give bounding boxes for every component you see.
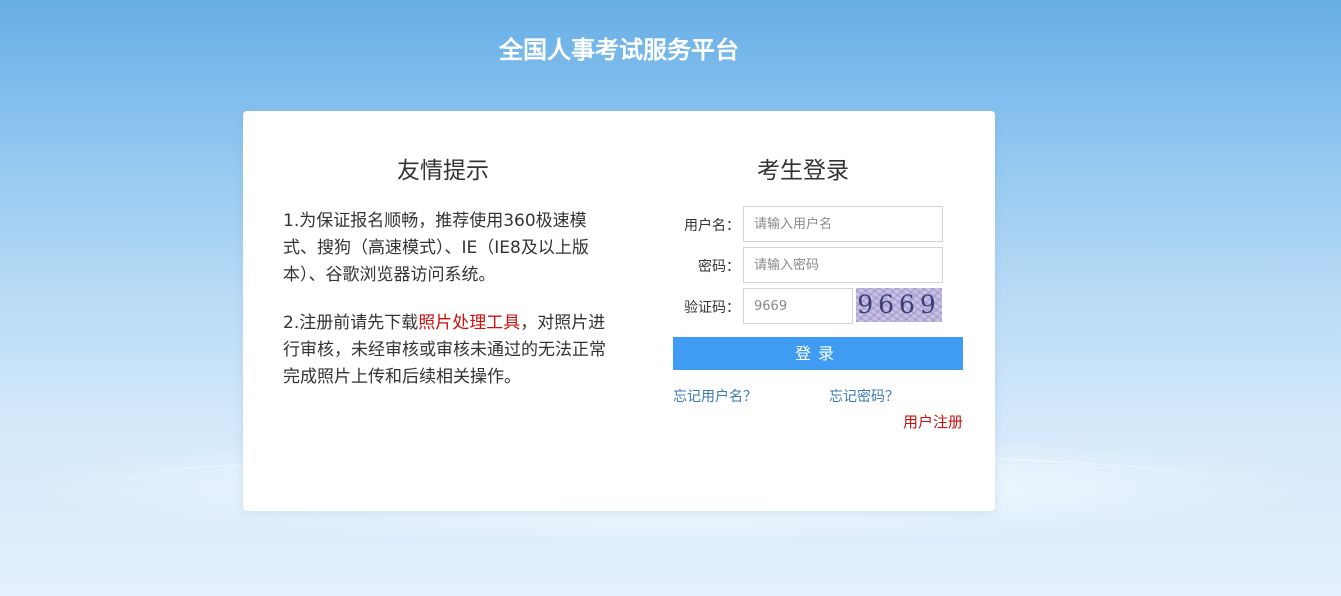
tip-item-2-prefix: 2.注册前请先下载 [283, 313, 419, 333]
password-label: 密码： [698, 259, 740, 275]
login-button[interactable]: 登录 [673, 337, 963, 370]
photo-tool-link[interactable]: 照片处理工具 [418, 313, 520, 333]
tips-title: 友情提示 [397, 158, 489, 184]
captcha-image[interactable]: 9669 [856, 288, 942, 322]
username-label: 用户名： [684, 218, 740, 234]
captcha-image-text: 9669 [857, 290, 941, 319]
forgot-username-link[interactable]: 忘记用户名？ [673, 386, 757, 406]
tip-item-1: 1.为保证报名顺畅，推荐使用360极速模式、搜狗（高速模式）、IE（IE8及以上… [283, 211, 589, 285]
captcha-input[interactable] [743, 288, 853, 324]
register-link[interactable]: 用户注册 [883, 411, 963, 432]
forgot-password-link[interactable]: 忘记密码？ [829, 386, 899, 406]
login-card: 友情提示 1.为保证报名顺畅，推荐使用360极速模式、搜狗（高速模式）、IE（I… [243, 111, 995, 511]
login-title: 考生登录 [757, 158, 849, 184]
page-title: 全国人事考试服务平台 [499, 36, 739, 64]
password-input[interactable] [743, 247, 943, 283]
captcha-label: 验证码： [684, 300, 740, 316]
tip-item-2: 2.注册前请先下载照片处理工具，对照片进行审核，未经审核或审核未通过的无法正常完… [283, 310, 608, 391]
username-input[interactable] [743, 206, 943, 242]
